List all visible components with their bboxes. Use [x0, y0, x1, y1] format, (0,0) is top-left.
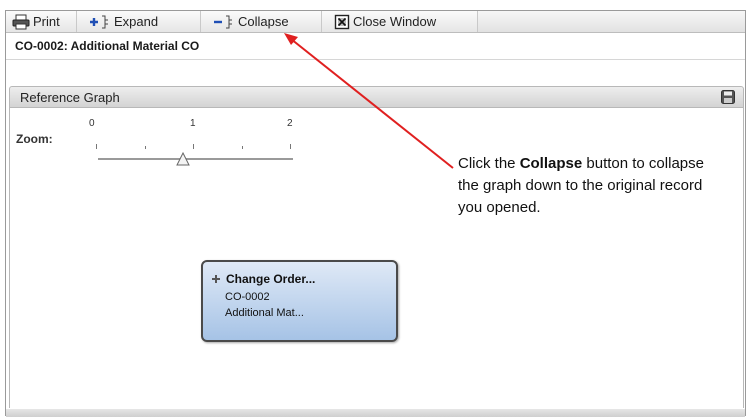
node-title-text: Change Order... — [226, 272, 316, 286]
zoom-tick-minor — [145, 146, 146, 149]
zoom-slider-thumb[interactable] — [176, 151, 191, 166]
close-window-label: Close Window — [353, 14, 437, 29]
zoom-slider-track[interactable] — [98, 158, 293, 161]
zoom-tick-minor — [242, 146, 243, 149]
toolbar: Print Expand Collapse Close Window — [6, 11, 745, 33]
callout-emphasis: Collapse — [519, 155, 583, 172]
zoom-tick-label-1: 1 — [190, 118, 196, 129]
zoom-label: Zoom: — [16, 132, 53, 146]
zoom-tick-major — [96, 144, 97, 149]
node-title: Change Order... — [211, 272, 315, 286]
node-description: Additional Mat... — [225, 307, 304, 319]
expand-label: Expand — [114, 14, 159, 29]
zoom-tick-major — [290, 144, 291, 149]
expand-button[interactable]: Expand — [77, 11, 201, 32]
zoom-tick-major — [193, 144, 194, 149]
expand-tree-icon — [89, 14, 111, 30]
callout-text-before: Click the — [458, 155, 520, 172]
zoom-tick-label-0: 0 — [89, 118, 95, 129]
close-window-icon — [334, 14, 350, 30]
collapse-tree-icon — [213, 14, 235, 30]
expand-node-icon[interactable] — [211, 274, 221, 284]
print-label: Print — [33, 14, 60, 29]
collapse-button[interactable]: Collapse — [201, 11, 322, 32]
graph-node-change-order[interactable]: Change Order... CO-0002 Additional Mat..… — [201, 260, 398, 342]
node-record-id: CO-0002 — [225, 291, 270, 303]
callout-text: Click the Collapse button to collapse th… — [458, 153, 728, 219]
save-icon[interactable] — [721, 90, 735, 104]
panel-title: Reference Graph — [20, 89, 120, 105]
record-title: CO-0002: Additional Material CO — [6, 33, 745, 60]
printer-icon — [12, 14, 30, 30]
close-window-button[interactable]: Close Window — [322, 11, 478, 32]
reference-graph-panel-header: Reference Graph — [9, 86, 744, 108]
print-button[interactable]: Print — [6, 11, 77, 32]
collapse-label: Collapse — [238, 14, 289, 29]
zoom-tick-label-2: 2 — [287, 118, 293, 129]
